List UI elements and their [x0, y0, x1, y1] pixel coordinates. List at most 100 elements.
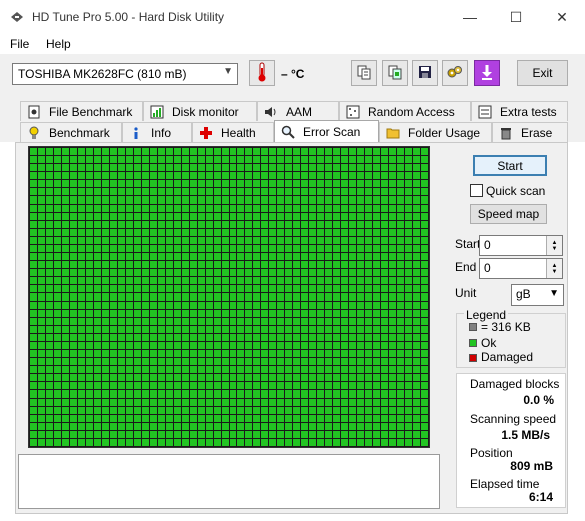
drive-select[interactable]: TOSHIBA MK2628FC (810 mB) ▼ — [12, 63, 238, 85]
menu-help[interactable]: Help — [46, 37, 71, 51]
scan-block — [389, 220, 397, 228]
scan-block — [77, 253, 85, 261]
scan-block — [117, 406, 125, 414]
temperature-button[interactable] — [249, 60, 275, 86]
scan-block — [45, 164, 53, 172]
scan-block — [389, 228, 397, 236]
scan-block — [349, 212, 357, 220]
scan-block — [117, 422, 125, 430]
scan-block — [133, 382, 141, 390]
tab-file-benchmark[interactable]: File Benchmark — [20, 101, 143, 121]
scan-block — [197, 277, 205, 285]
tab-erase[interactable]: Erase — [492, 122, 568, 142]
scan-block — [165, 180, 173, 188]
scan-log-box[interactable] — [18, 454, 440, 509]
scan-block — [357, 172, 365, 180]
scan-block — [77, 301, 85, 309]
scan-block — [93, 430, 101, 438]
scan-block — [253, 414, 261, 422]
disk-monitor-icon — [150, 105, 164, 119]
tab-health[interactable]: Health — [192, 122, 274, 142]
exit-button[interactable]: Exit — [517, 60, 568, 86]
scan-block — [173, 236, 181, 244]
scan-block — [309, 414, 317, 422]
scan-block — [149, 172, 157, 180]
scan-block — [349, 309, 357, 317]
minimize-button[interactable]: — — [447, 0, 493, 34]
tab-benchmark[interactable]: Benchmark — [20, 122, 122, 142]
settings-button[interactable] — [442, 60, 468, 86]
start-spinner[interactable]: ▲ ▼ — [546, 236, 562, 255]
scan-block — [325, 325, 333, 333]
scan-block — [133, 414, 141, 422]
save-button[interactable] — [412, 60, 438, 86]
scan-block — [229, 341, 237, 350]
scan-block — [30, 358, 37, 366]
scan-block — [45, 309, 53, 317]
tab-extra-tests[interactable]: Extra tests — [471, 101, 568, 121]
scan-block — [30, 196, 37, 204]
tab-disk-monitor[interactable]: Disk monitor — [143, 101, 257, 121]
scan-block — [309, 164, 317, 172]
copy-text-button[interactable] — [351, 60, 377, 86]
scan-block — [285, 366, 293, 374]
scan-block — [181, 382, 189, 390]
tab-info[interactable]: Info — [122, 122, 192, 142]
scan-block — [325, 236, 333, 244]
start-input[interactable]: 0 ▲ ▼ — [479, 235, 563, 256]
scan-block — [237, 253, 245, 261]
scan-block — [61, 269, 69, 277]
scan-block — [109, 204, 117, 212]
scan-block — [133, 212, 141, 220]
scan-block — [37, 220, 45, 228]
tab-folder-usage[interactable]: Folder Usage — [379, 122, 492, 142]
scan-block — [397, 285, 405, 293]
scan-block — [309, 180, 317, 188]
download-button[interactable] — [474, 60, 500, 86]
scan-block — [85, 204, 93, 212]
start-scan-button[interactable]: Start — [473, 155, 547, 176]
scan-block — [341, 244, 349, 253]
scan-block — [197, 164, 205, 172]
scan-block — [253, 261, 261, 269]
scan-block — [381, 325, 389, 333]
scan-block — [85, 228, 93, 236]
scan-block — [77, 438, 85, 446]
scan-block — [85, 341, 93, 350]
scan-block — [85, 301, 93, 309]
scan-block — [293, 430, 301, 438]
scan-block — [69, 406, 77, 414]
scan-block — [125, 180, 133, 188]
scan-block — [269, 172, 277, 180]
scan-block — [197, 438, 205, 446]
menu-file[interactable]: File — [10, 37, 29, 51]
unit-select[interactable]: gB ▼ — [511, 284, 564, 306]
scan-block — [301, 188, 309, 196]
end-spinner[interactable]: ▲ ▼ — [546, 259, 562, 278]
tab-random-access[interactable]: Random Access — [339, 101, 471, 121]
quick-scan-checkbox[interactable] — [470, 184, 483, 197]
scan-block — [141, 366, 149, 374]
tab-error-scan[interactable]: Error Scan — [274, 120, 379, 142]
speed-map-button[interactable]: Speed map — [470, 204, 547, 224]
scan-block — [397, 244, 405, 253]
scan-block — [213, 236, 221, 244]
scan-block — [349, 196, 357, 204]
close-button[interactable]: ✕ — [539, 0, 585, 34]
scan-block — [325, 277, 333, 285]
scan-block — [373, 212, 381, 220]
scan-block — [173, 317, 181, 325]
save-icon — [417, 64, 433, 83]
tab-aam[interactable]: AAM — [257, 101, 339, 121]
scan-block — [293, 317, 301, 325]
scan-block — [317, 204, 325, 212]
scan-block — [365, 374, 373, 382]
scan-block — [253, 422, 261, 430]
end-input[interactable]: 0 ▲ ▼ — [479, 258, 563, 279]
scan-block — [365, 293, 373, 301]
scan-block — [133, 325, 141, 333]
scan-block — [373, 253, 381, 261]
copy-screen-button[interactable] — [382, 60, 408, 86]
maximize-button[interactable]: ☐ — [493, 0, 539, 34]
scan-block — [325, 269, 333, 277]
